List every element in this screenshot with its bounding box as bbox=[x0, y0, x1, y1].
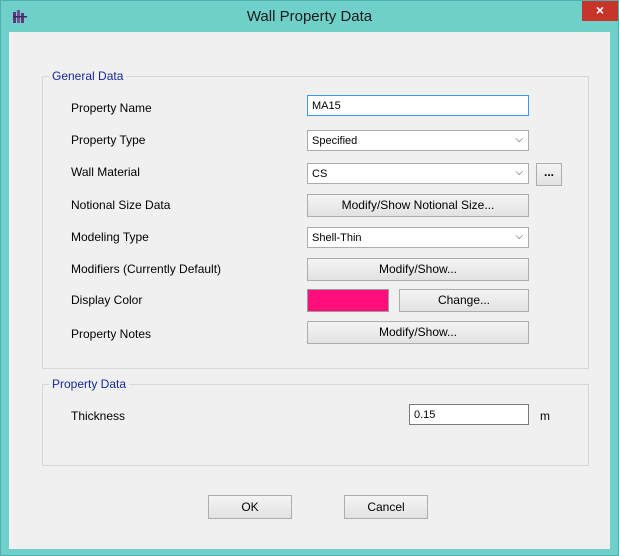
title-bar[interactable]: Wall Property Data × bbox=[1, 1, 618, 31]
property-name-input[interactable]: MA15 bbox=[307, 95, 529, 116]
property-type-label: Property Type bbox=[71, 133, 146, 147]
modeling-type-label: Modeling Type bbox=[71, 230, 149, 244]
window-title: Wall Property Data bbox=[246, 8, 373, 25]
wall-material-browse-button[interactable]: ... bbox=[536, 163, 562, 186]
chevron-down-icon: ⌵ bbox=[515, 231, 523, 242]
dialog-client: General Data Property Name MA15 Property… bbox=[9, 32, 610, 549]
property-type-value: Specified bbox=[312, 135, 358, 147]
modeling-type-value: Shell-Thin bbox=[312, 232, 362, 244]
chevron-down-icon: ⌵ bbox=[515, 167, 523, 178]
wall-material-label: Wall Material bbox=[71, 165, 140, 179]
thickness-label: Thickness bbox=[71, 409, 126, 423]
property-data-group: Property Data bbox=[42, 377, 589, 466]
notional-size-button[interactable]: Modify/Show Notional Size... bbox=[307, 194, 529, 217]
general-data-legend: General Data bbox=[49, 69, 127, 83]
display-color-label: Display Color bbox=[71, 293, 143, 307]
cancel-button[interactable]: Cancel bbox=[344, 495, 428, 519]
thickness-input[interactable]: 0.15 bbox=[409, 404, 529, 425]
close-icon: × bbox=[595, 2, 605, 18]
wall-material-value: CS bbox=[312, 168, 328, 180]
notional-size-label: Notional Size Data bbox=[71, 198, 171, 212]
property-data-legend: Property Data bbox=[49, 377, 130, 391]
dialog-window: Wall Property Data × General Data Proper… bbox=[0, 0, 619, 556]
modifiers-label: Modifiers (Currently Default) bbox=[71, 262, 222, 276]
wall-material-select[interactable]: CS ⌵ bbox=[307, 163, 529, 184]
property-name-label: Property Name bbox=[71, 101, 152, 115]
property-type-select[interactable]: Specified ⌵ bbox=[307, 130, 529, 151]
thickness-unit: m bbox=[540, 409, 550, 423]
property-notes-button[interactable]: Modify/Show... bbox=[307, 321, 529, 344]
modeling-type-select[interactable]: Shell-Thin ⌵ bbox=[307, 227, 529, 248]
property-notes-label: Property Notes bbox=[71, 327, 152, 341]
chevron-down-icon: ⌵ bbox=[515, 134, 523, 145]
close-button[interactable]: × bbox=[582, 1, 618, 21]
ok-button[interactable]: OK bbox=[208, 495, 292, 519]
modifiers-button[interactable]: Modify/Show... bbox=[307, 258, 529, 281]
display-color-swatch bbox=[307, 289, 389, 312]
change-color-button[interactable]: Change... bbox=[399, 289, 529, 312]
